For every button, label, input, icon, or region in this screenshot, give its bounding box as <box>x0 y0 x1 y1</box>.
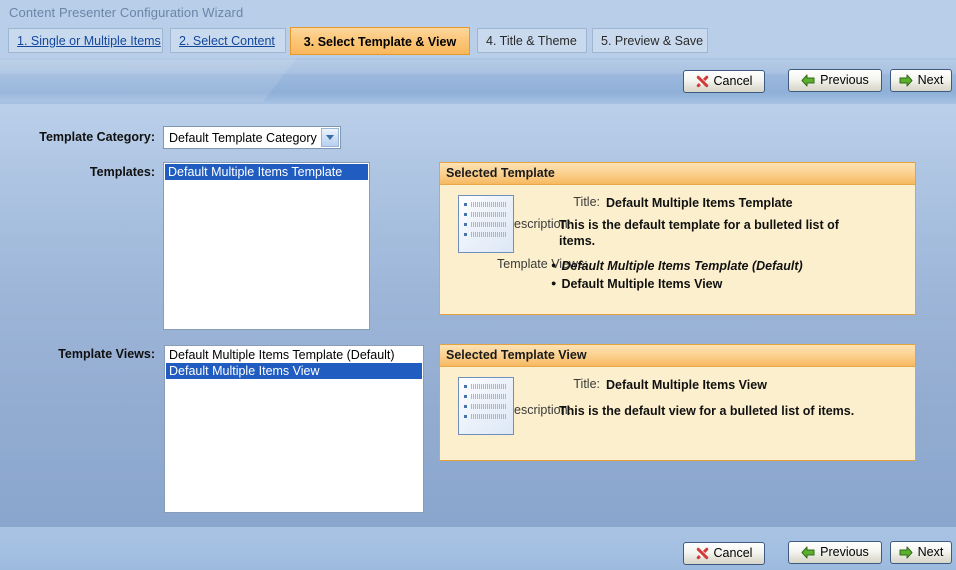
template-views-label: Template Views: <box>58 347 155 361</box>
template-view-entry: Default Multiple Items View <box>551 275 803 293</box>
templates-label: Templates: <box>89 165 155 179</box>
tab-step-1[interactable]: 1. Single or Multiple Items <box>8 28 163 53</box>
arrow-left-icon <box>801 546 815 559</box>
template-views-listbox[interactable]: Default Multiple Items Template (Default… <box>164 345 424 513</box>
cancel-button-label: Cancel <box>713 546 753 561</box>
bulleted-list-thumbnail-icon <box>458 377 514 435</box>
previous-button-bottom[interactable]: Previous <box>788 541 882 564</box>
view-title-key: Title: <box>573 377 600 391</box>
arrow-right-icon <box>899 74 913 87</box>
cancel-button-label: Cancel <box>713 74 753 89</box>
cancel-x-icon <box>696 75 709 88</box>
selected-template-view-panel-title: Selected Template View <box>440 345 915 367</box>
tab-step-4[interactable]: 4. Title & Theme <box>477 28 587 53</box>
tab-step-3[interactable]: 3. Select Template & View <box>290 27 470 55</box>
previous-button-top[interactable]: Previous <box>788 69 882 92</box>
bottom-toolbar: Cancel Previous Next <box>0 527 956 570</box>
list-item[interactable]: Default Multiple Items View <box>166 363 422 379</box>
page-title: Content Presenter Configuration Wizard <box>9 5 244 20</box>
template-views-list: Default Multiple Items Template (Default… <box>551 257 803 293</box>
main-content-area: Template Category: Default Template Cate… <box>0 104 956 527</box>
template-view-entry: Default Multiple Items Template (Default… <box>551 257 802 275</box>
templates-listbox[interactable]: Default Multiple Items Template <box>163 162 370 330</box>
cancel-button-top[interactable]: Cancel <box>683 70 765 93</box>
selected-template-view-panel: Selected Template View Title: Default Mu… <box>439 344 916 461</box>
arrow-right-icon <box>899 546 913 559</box>
next-button-top[interactable]: Next <box>890 69 952 92</box>
previous-button-label: Previous <box>820 73 869 88</box>
chevron-down-icon[interactable] <box>321 128 339 147</box>
toolbar-swoosh-decoration <box>0 58 318 102</box>
previous-button-label: Previous <box>820 545 869 560</box>
template-category-label: Template Category: <box>39 130 155 144</box>
template-title-key: Title: <box>573 195 600 209</box>
tab-step-2[interactable]: 2. Select Content <box>170 28 286 53</box>
template-views-key: Template Views: <box>497 257 588 271</box>
list-item[interactable]: Default Multiple Items Template (Default… <box>166 347 422 363</box>
window-title-bar: Content Presenter Configuration Wizard <box>0 0 956 26</box>
wizard-step-tabs: 1. Single or Multiple Items 2. Select Co… <box>0 26 956 58</box>
bulleted-list-thumbnail-icon <box>458 195 514 253</box>
selected-template-panel-title: Selected Template <box>440 163 915 185</box>
selected-template-panel: Selected Template Title: Default Multipl… <box>439 162 916 315</box>
template-category-value: Default Template Category <box>169 130 317 145</box>
next-button-bottom[interactable]: Next <box>890 541 952 564</box>
list-item[interactable]: Default Multiple Items Template <box>165 164 368 180</box>
template-description-value: This is the default template for a bulle… <box>559 218 839 248</box>
wizard-window: Content Presenter Configuration Wizard 1… <box>0 0 956 570</box>
top-toolbar: Cancel Previous Next <box>0 58 956 104</box>
next-button-label: Next <box>917 545 944 560</box>
next-button-label: Next <box>917 73 944 88</box>
view-description-value: This is the default view for a bulleted … <box>559 404 855 418</box>
view-title-value: Default Multiple Items View <box>606 378 767 392</box>
cancel-button-bottom[interactable]: Cancel <box>683 542 765 565</box>
template-category-select[interactable]: Default Template Category <box>163 126 341 149</box>
cancel-x-icon <box>696 547 709 560</box>
template-title-value: Default Multiple Items Template <box>606 196 793 210</box>
arrow-left-icon <box>801 74 815 87</box>
tab-step-5[interactable]: 5. Preview & Save <box>592 28 708 53</box>
